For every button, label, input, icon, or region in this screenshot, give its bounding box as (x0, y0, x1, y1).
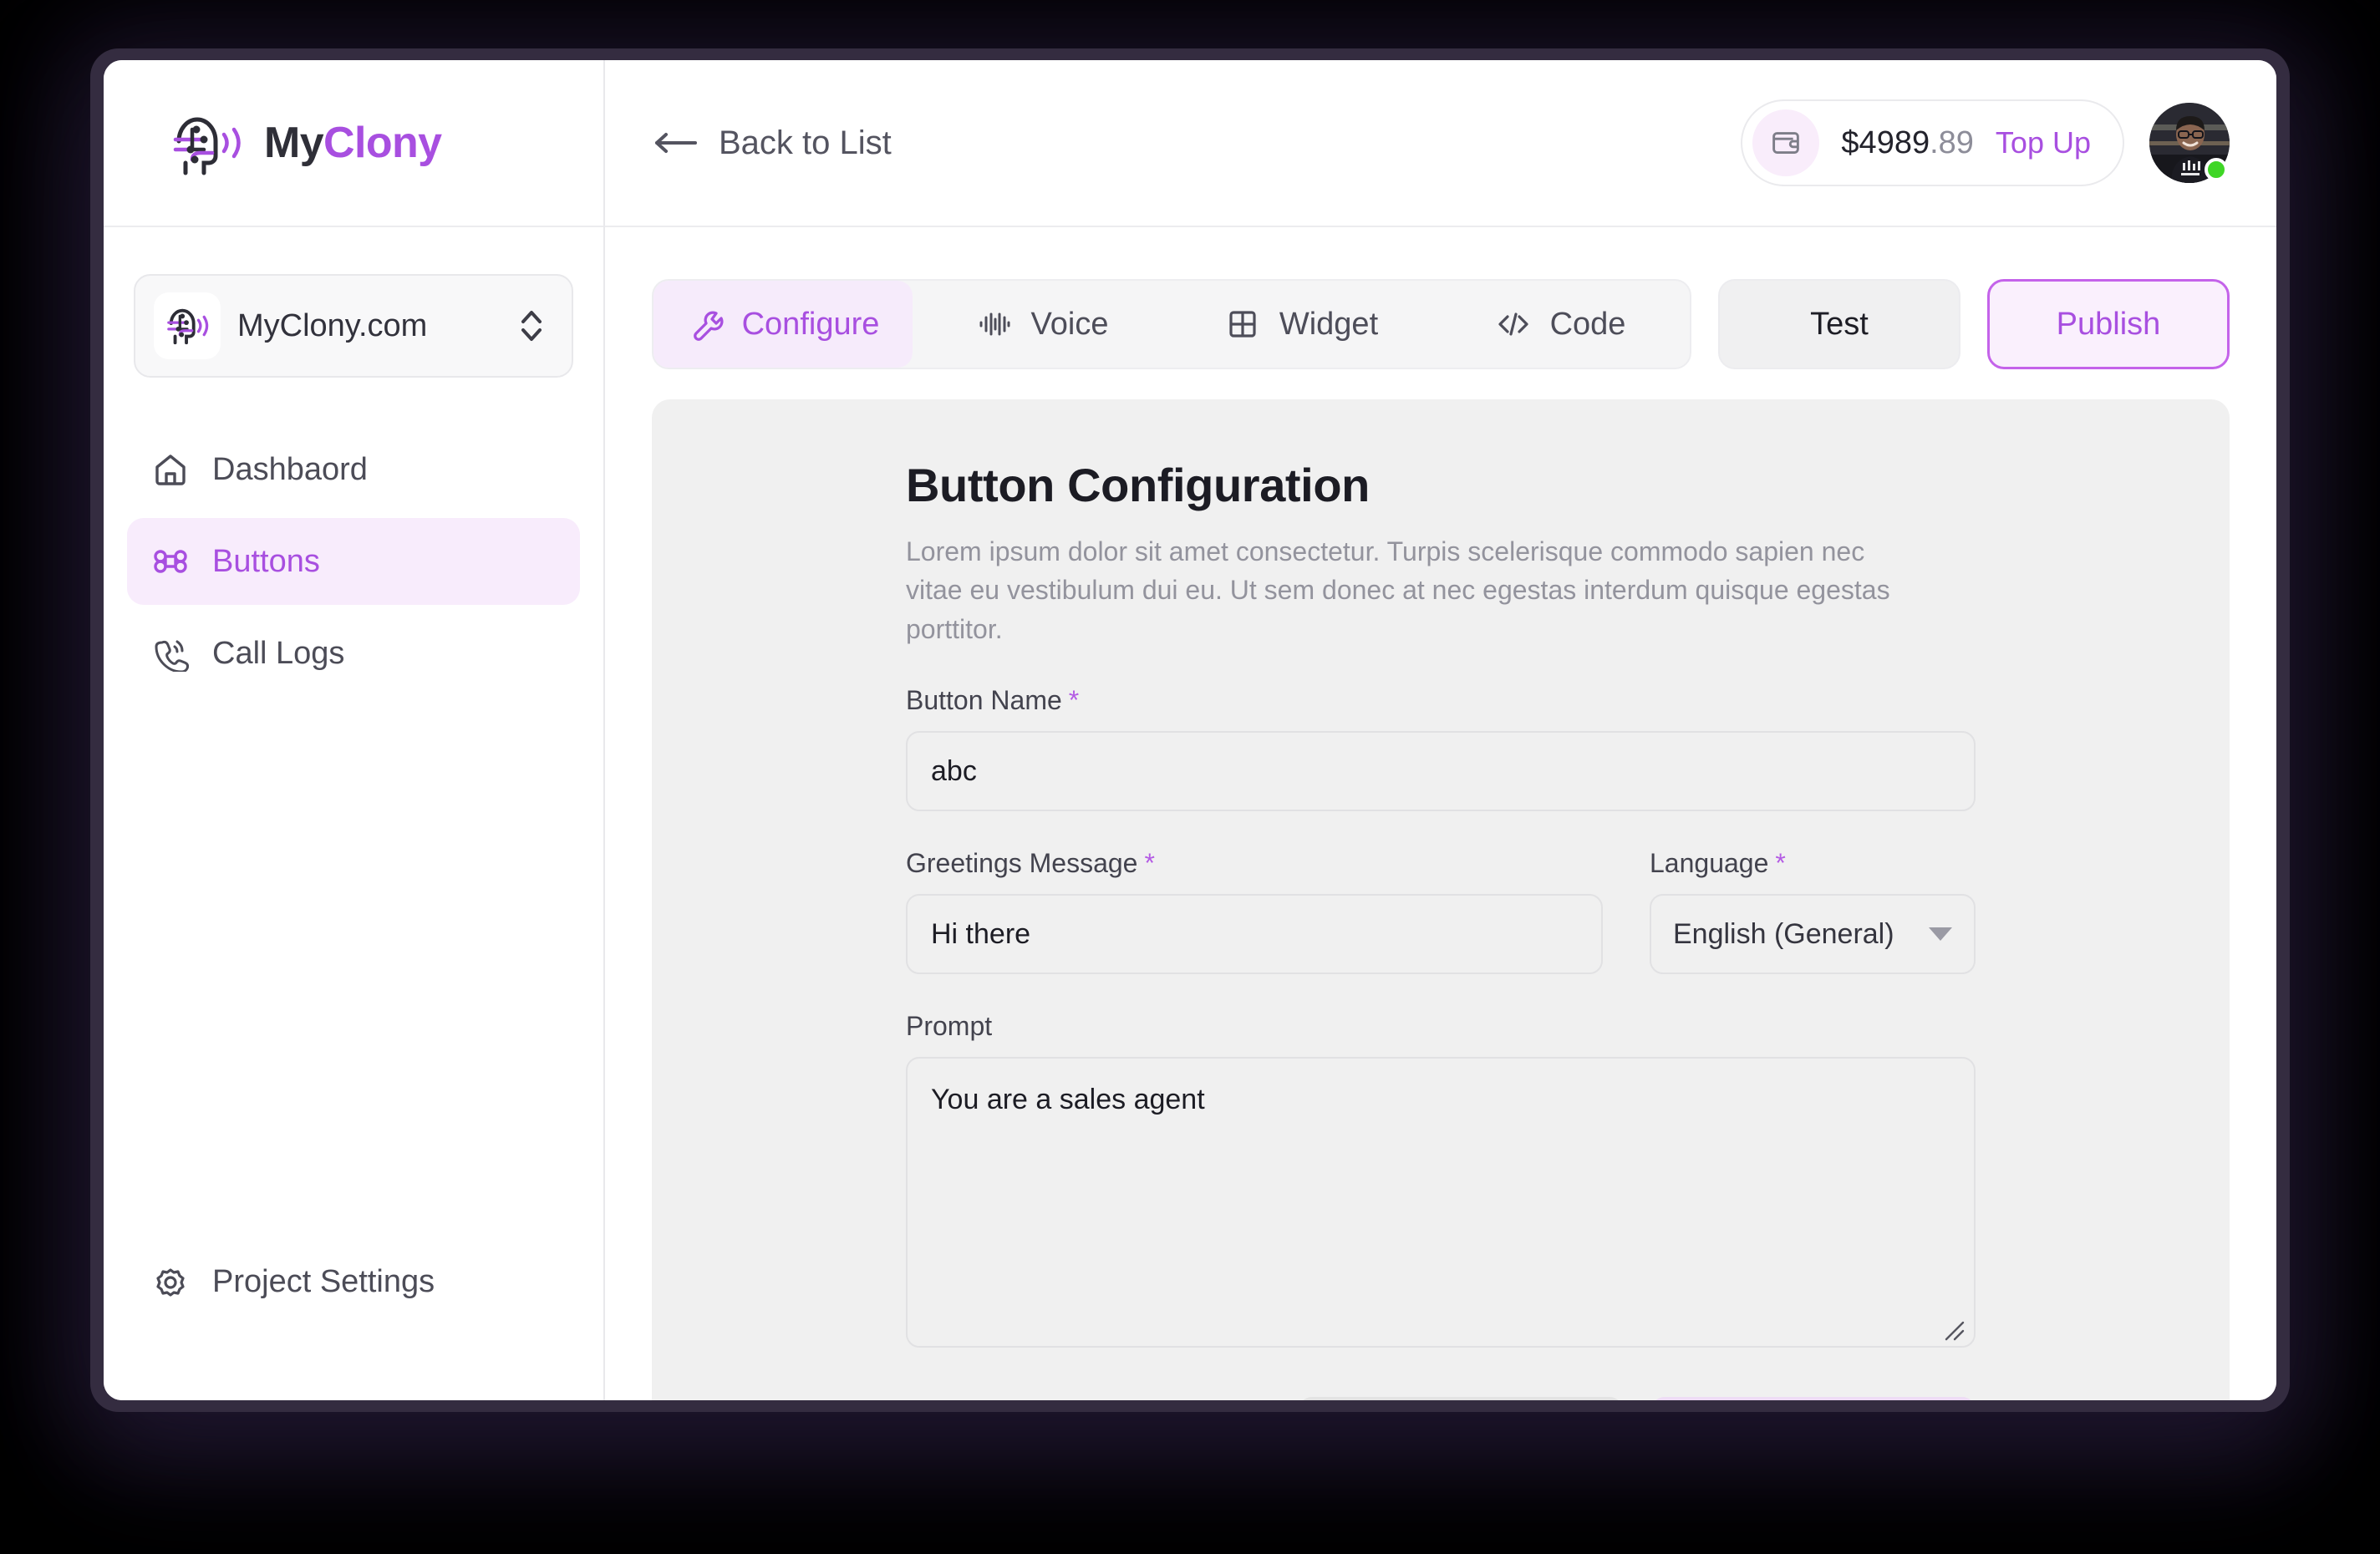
back-to-list-button[interactable]: Back to List (652, 124, 892, 162)
form-title: Button Configuration (906, 459, 1370, 511)
field-greetings-message: Greetings Message * (906, 848, 1603, 975)
topbar: Back to List $4989.89 Top Up (605, 60, 2276, 227)
wallet-icon (1752, 109, 1820, 176)
home-icon (152, 451, 189, 488)
app-window: MyClony MyClony.com Dashbaord Buttons Ca… (104, 60, 2276, 1400)
tabs-row: Configure Voice Widget Code Test Publish (652, 279, 2230, 369)
project-badge-icon (154, 292, 221, 359)
code-brackets-icon (1495, 306, 1532, 343)
cancel-button[interactable]: Cancel (1299, 1397, 1623, 1400)
sidebar-item-label: Buttons (212, 543, 320, 579)
page-title: MyClony (264, 118, 442, 168)
tab-group: Configure Voice Widget Code (652, 279, 1691, 369)
clony-head-waves-icon (164, 108, 251, 178)
project-name-label: MyClony.com (237, 307, 428, 343)
greetings-label: Greetings Message * (906, 848, 1603, 879)
grid-square-icon (1224, 306, 1261, 343)
field-prompt: Prompt You are a sales agent (906, 1011, 1976, 1352)
greetings-label-text: Greetings Message (906, 848, 1138, 879)
sidebar: MyClony MyClony.com Dashbaord Buttons Ca… (104, 60, 605, 1400)
avatar[interactable] (2149, 103, 2230, 183)
form-description: Lorem ipsum dolor sit amet consectetur. … (906, 536, 1890, 644)
sidebar-footer: Project Settings (104, 1238, 603, 1400)
tab-widget[interactable]: Widget (1172, 281, 1431, 368)
language-select-value: English (General) (1673, 917, 1894, 950)
audio-waveform-icon (976, 306, 1013, 343)
prompt-textarea[interactable]: You are a sales agent (906, 1057, 1976, 1348)
arrow-left-icon (652, 129, 699, 157)
command-grid-icon (152, 543, 189, 580)
main-area: Back to List $4989.89 Top Up Configure V… (605, 60, 2276, 1400)
brand-name-primary: My (264, 119, 324, 167)
required-asterisk: * (1775, 848, 1786, 879)
form-inner: Button Configuration Lorem ipsum dolor s… (906, 458, 1976, 1400)
phone-waves-icon (152, 635, 190, 673)
field-language: Language * English (General) (1650, 848, 1976, 975)
language-label: Language * (1650, 848, 1976, 879)
sidebar-footer-label: Project Settings (212, 1263, 435, 1299)
tab-voice[interactable]: Voice (913, 281, 1172, 368)
language-label-text: Language (1650, 848, 1769, 879)
required-asterisk: * (1068, 685, 1080, 716)
topbar-right: $4989.89 Top Up (1741, 99, 2230, 186)
button-name-label-text: Button Name (906, 685, 1062, 716)
sidebar-item-buttons[interactable]: Buttons (127, 518, 580, 605)
tab-configure[interactable]: Configure (653, 281, 913, 368)
tab-code[interactable]: Code (1431, 281, 1690, 368)
button-name-label: Button Name * (906, 685, 1976, 716)
tab-widget-label: Widget (1279, 306, 1379, 342)
field-button-name: Button Name * (906, 685, 1976, 812)
tab-voice-label: Voice (1030, 306, 1109, 342)
tab-code-label: Code (1549, 306, 1626, 342)
sidebar-item-label: Call Logs (212, 635, 345, 671)
brand-name-accent: Clony (323, 119, 442, 167)
wallet-balance-pill[interactable]: $4989.89 Top Up (1741, 99, 2124, 186)
save-button[interactable]: Save (1651, 1397, 1976, 1400)
sidebar-nav: Dashbaord Buttons Call Logs (104, 426, 603, 702)
required-asterisk: * (1144, 848, 1155, 879)
prompt-textarea-wrap: You are a sales agent (906, 1057, 1976, 1352)
sidebar-item-project-settings[interactable]: Project Settings (127, 1238, 580, 1325)
status-badge (2205, 158, 2228, 181)
prompt-label-text: Prompt (906, 1011, 993, 1042)
wallet-amount-cents: .89 (1930, 124, 1974, 160)
back-to-list-label: Back to List (719, 124, 892, 161)
sidebar-item-label: Dashbaord (212, 451, 368, 487)
test-button[interactable]: Test (1718, 279, 1960, 369)
chevron-up-down-icon (516, 304, 547, 348)
greetings-message-input[interactable] (906, 894, 1603, 975)
wallet-amount-dollars: $4989 (1841, 124, 1930, 160)
button-name-input[interactable] (906, 731, 1976, 812)
form-actions: Cancel Save (906, 1397, 1976, 1400)
sidebar-item-dashboard[interactable]: Dashbaord (127, 426, 580, 513)
button-configuration-card: Button Configuration Lorem ipsum dolor s… (652, 399, 2230, 1400)
tab-configure-label: Configure (741, 306, 880, 342)
greetings-language-row: Greetings Message * Language * (906, 848, 1976, 975)
language-select[interactable]: English (General) (1650, 894, 1976, 975)
wrench-icon (687, 306, 724, 343)
publish-button[interactable]: Publish (1987, 279, 2230, 369)
top-up-button[interactable]: Top Up (1996, 125, 2091, 160)
project-switcher[interactable]: MyClony.com (134, 274, 573, 378)
wallet-amount: $4989.89 (1841, 125, 1974, 161)
screenshot-root: MyClony MyClony.com Dashbaord Buttons Ca… (0, 0, 2380, 1554)
brand-row: MyClony (104, 60, 603, 227)
prompt-label: Prompt (906, 1011, 1976, 1042)
gear-icon (152, 1263, 189, 1300)
chevron-down-icon (1929, 927, 1952, 942)
sidebar-item-call-logs[interactable]: Call Logs (127, 610, 580, 697)
content-wrap: Configure Voice Widget Code Test Publish… (605, 227, 2276, 1400)
